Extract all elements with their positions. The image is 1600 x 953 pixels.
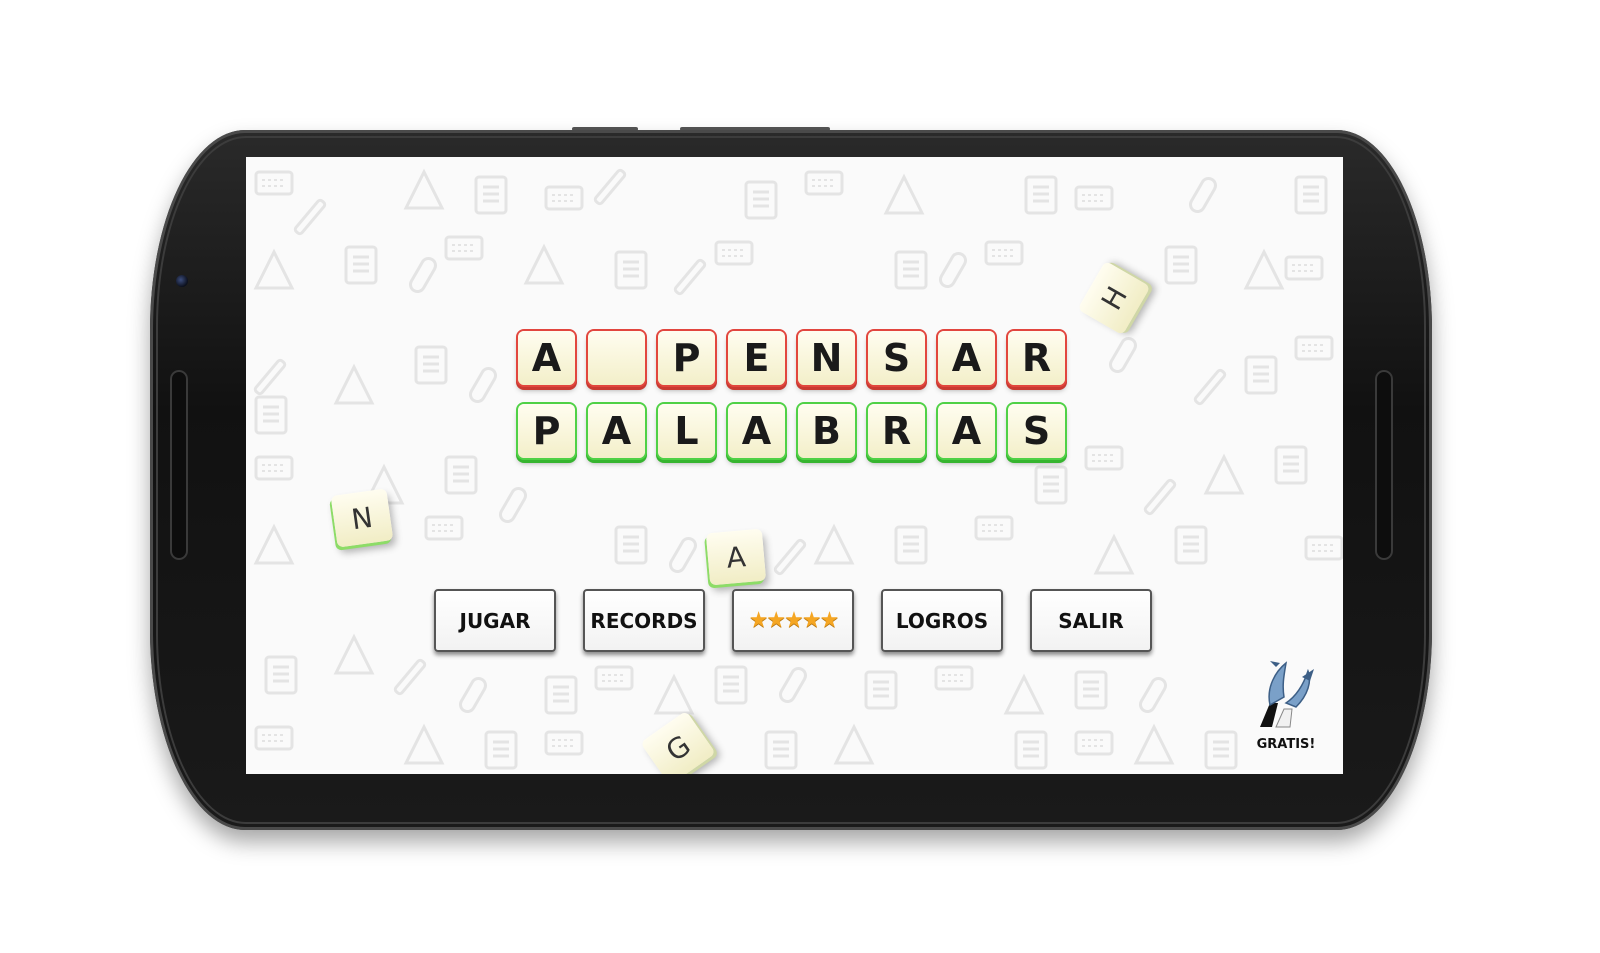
doodle-background-pattern <box>252 167 1343 770</box>
title-tile: P <box>658 331 715 385</box>
left-speaker-grille <box>170 370 188 560</box>
rate-button[interactable]: ★★★★★ <box>732 589 854 652</box>
title-tile: E <box>728 331 785 385</box>
title-tile: A <box>518 331 575 385</box>
title-row-1: A P E N S A R <box>518 331 1065 385</box>
achievements-button[interactable]: LOGROS <box>881 589 1003 652</box>
title-row-2: P A L A B R A S <box>518 404 1065 458</box>
title-tile: A <box>588 404 645 458</box>
title-tile: A <box>938 331 995 385</box>
promo-label: GRATIS! <box>1256 737 1316 752</box>
right-speaker-grille <box>1375 370 1393 560</box>
front-camera <box>176 275 188 287</box>
title-tile-blank <box>588 331 645 385</box>
title-tile: S <box>1008 404 1065 458</box>
promo-app-link[interactable]: GRATIS! <box>1246 657 1326 761</box>
records-button[interactable]: RECORDS <box>583 589 705 652</box>
title-tile: N <box>798 331 855 385</box>
title-tile: B <box>798 404 855 458</box>
title-tile: S <box>868 331 925 385</box>
floating-letter-tile: N <box>330 488 394 548</box>
dolphin-mascot-icon <box>1260 661 1314 728</box>
title-tile: R <box>1008 331 1065 385</box>
floating-letter-tile: A <box>705 528 767 586</box>
exit-button[interactable]: SALIR <box>1030 589 1152 652</box>
title-tile: R <box>868 404 925 458</box>
game-screen: A P E N S A R P A L A B R A S H N A G JU… <box>246 157 1343 774</box>
title-tile: L <box>658 404 715 458</box>
title-tile: P <box>518 404 575 458</box>
title-tile: A <box>938 404 995 458</box>
play-button[interactable]: JUGAR <box>434 589 556 652</box>
title-tile: A <box>728 404 785 458</box>
five-stars-icon: ★★★★★ <box>748 608 840 633</box>
